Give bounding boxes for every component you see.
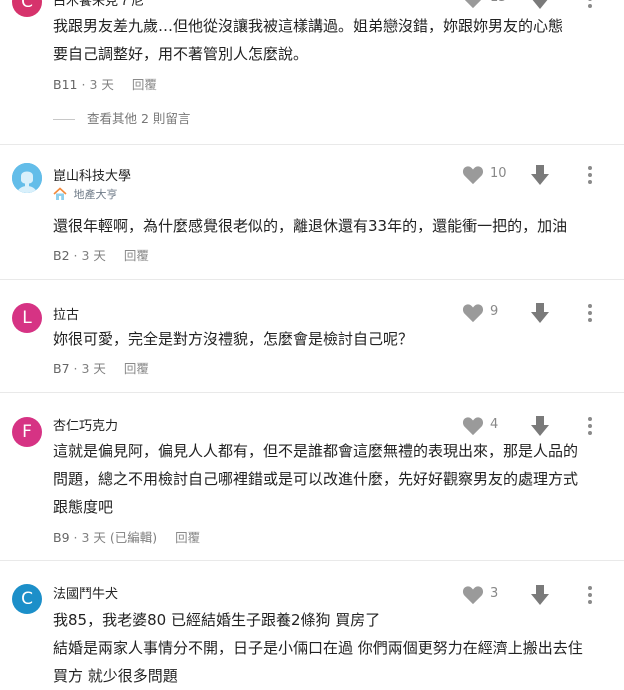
more-vertical-icon[interactable] — [580, 303, 600, 323]
reply-button[interactable]: 回覆 — [124, 248, 149, 263]
more-vertical-icon[interactable] — [580, 416, 600, 436]
comment-meta: B9 · 3 天 (已編輯) 回覆 — [53, 527, 200, 546]
comment-time: 3 天 — [81, 361, 106, 376]
comment-actions: 3 — [462, 583, 612, 607]
comment-content: 妳很可愛，完全是對方沒禮貌，怎麼會是檢討自己呢？ — [53, 325, 613, 353]
reply-button[interactable]: 回覆 — [124, 361, 149, 376]
comment-divider — [0, 560, 624, 561]
comment-actions: 9 — [462, 301, 612, 325]
down-arrow-icon[interactable] — [530, 0, 550, 10]
reply-button[interactable]: 回覆 — [175, 530, 200, 545]
comment-divider — [0, 144, 624, 145]
house-icon — [53, 187, 67, 200]
floor-number: B7 — [53, 361, 70, 376]
heart-icon[interactable] — [462, 165, 484, 185]
floor-number: B9 — [53, 530, 70, 545]
like-count: 4 — [490, 417, 499, 432]
avatar-letter: L — [22, 308, 32, 328]
content-line: 問題，總之不用檢討自己哪裡錯或是可以改進什麼，先好好觀察男友的處理方式 — [53, 470, 579, 488]
badge-label: 地產大亨 — [73, 188, 118, 201]
avatar[interactable]: C — [12, 0, 42, 17]
comment-content: 我跟男友差九歲…但他從沒讓我被這樣講過。姐弟戀沒錯，妳跟妳男友的心態 要自己調整… — [53, 12, 613, 68]
content-line: 我跟男友差九歲…但他從沒讓我被這樣講過。姐弟戀沒錯，妳跟妳男友的心態 — [53, 17, 564, 35]
comment-actions: 4 — [462, 414, 612, 438]
meta-separator: · — [73, 248, 78, 263]
like-count: 10 — [490, 166, 507, 181]
floor-number: B2 — [53, 248, 70, 263]
meta-separator: · — [73, 361, 78, 376]
comment-time: 3 天 (已編輯) — [81, 530, 158, 545]
content-line: 要自己調整好，用不著管別人怎麼說。 — [53, 45, 309, 63]
like-count: 3 — [490, 586, 499, 601]
author-name[interactable]: 拉古 — [53, 304, 79, 323]
heart-icon[interactable] — [462, 0, 484, 9]
heart-icon[interactable] — [462, 585, 484, 605]
content-line: 還很年輕啊，為什麼感覺很老似的，離退休還有33年的，還能衝一把的，加油 — [53, 217, 568, 235]
author-name[interactable]: 崑山科技大學 — [53, 165, 131, 184]
comment-content: 這就是偏見阿，偏見人人都有，但不是誰都會這麼無禮的表現出來，那是人品的 問題，總… — [53, 437, 613, 521]
down-arrow-icon[interactable] — [530, 302, 550, 324]
content-line: 買方 就少很多問題 — [53, 667, 178, 685]
content-line: 跟態度吧 — [53, 498, 114, 516]
avatar[interactable]: F — [12, 417, 42, 447]
content-line: 妳很可愛，完全是對方沒禮貌，怎麼會是檢討自己呢？ — [53, 330, 414, 348]
user-badge: 地產大亨 — [53, 186, 118, 202]
avatar-letter: F — [22, 422, 32, 442]
down-arrow-icon[interactable] — [530, 415, 550, 437]
comment-meta: B7 · 3 天 回覆 — [53, 358, 149, 377]
heart-icon[interactable] — [462, 416, 484, 436]
comment-actions: 15 — [462, 0, 612, 11]
comment-divider — [0, 279, 624, 280]
floor-number: B11 — [53, 77, 78, 92]
avatar[interactable]: L — [12, 303, 42, 333]
content-line: 我85，我老婆80 已經結婚生子跟養2條狗 買房了 — [53, 611, 381, 629]
more-replies-line — [53, 119, 75, 120]
avatar[interactable] — [12, 163, 42, 193]
avatar-letter: C — [21, 589, 33, 609]
more-vertical-icon[interactable] — [580, 165, 600, 185]
content-line: 結婚是兩家人事情分不開，日子是小倆口在過 你們兩個更努力在經濟上搬出去住 — [53, 639, 583, 657]
like-count: 9 — [490, 304, 499, 319]
avatar[interactable]: C — [12, 584, 42, 614]
comment-time: 3 天 — [89, 77, 114, 92]
author-name[interactable]: 法國鬥牛犬 — [53, 583, 118, 602]
comment-content: 我85，我老婆80 已經結婚生子跟養2條狗 買房了 結婚是兩家人事情分不開，日子… — [53, 606, 613, 690]
avatar-letter: C — [21, 0, 33, 12]
comment-divider — [0, 392, 624, 393]
meta-separator: · — [81, 77, 86, 92]
author-name[interactable]: 杏仁巧克力 — [53, 415, 118, 434]
author-name[interactable]: 白木饗未見７尼 — [53, 0, 144, 9]
reply-button[interactable]: 回覆 — [132, 77, 157, 92]
more-replies-label: 查看其他 2 則留言 — [86, 111, 191, 126]
comment-content: 還很年輕啊，為什麼感覺很老似的，離退休還有33年的，還能衝一把的，加油 — [53, 212, 613, 240]
comment-time: 3 天 — [81, 248, 106, 263]
down-arrow-icon[interactable] — [530, 584, 550, 606]
user-silhouette-icon — [12, 163, 42, 193]
more-vertical-icon[interactable] — [580, 0, 600, 9]
more-vertical-icon[interactable] — [580, 585, 600, 605]
comment-meta: B11 · 3 天 回覆 — [53, 74, 157, 93]
down-arrow-icon[interactable] — [530, 164, 550, 186]
comment-actions: 10 — [462, 163, 612, 187]
heart-icon[interactable] — [462, 303, 484, 323]
comment-meta: B2 · 3 天 回覆 — [53, 245, 149, 264]
like-count: 15 — [490, 0, 520, 5]
view-more-replies[interactable]: 查看其他 2 則留言 — [53, 108, 190, 127]
content-line: 這就是偏見阿，偏見人人都有，但不是誰都會這麼無禮的表現出來，那是人品的 — [53, 442, 579, 460]
meta-separator: · — [73, 530, 78, 545]
